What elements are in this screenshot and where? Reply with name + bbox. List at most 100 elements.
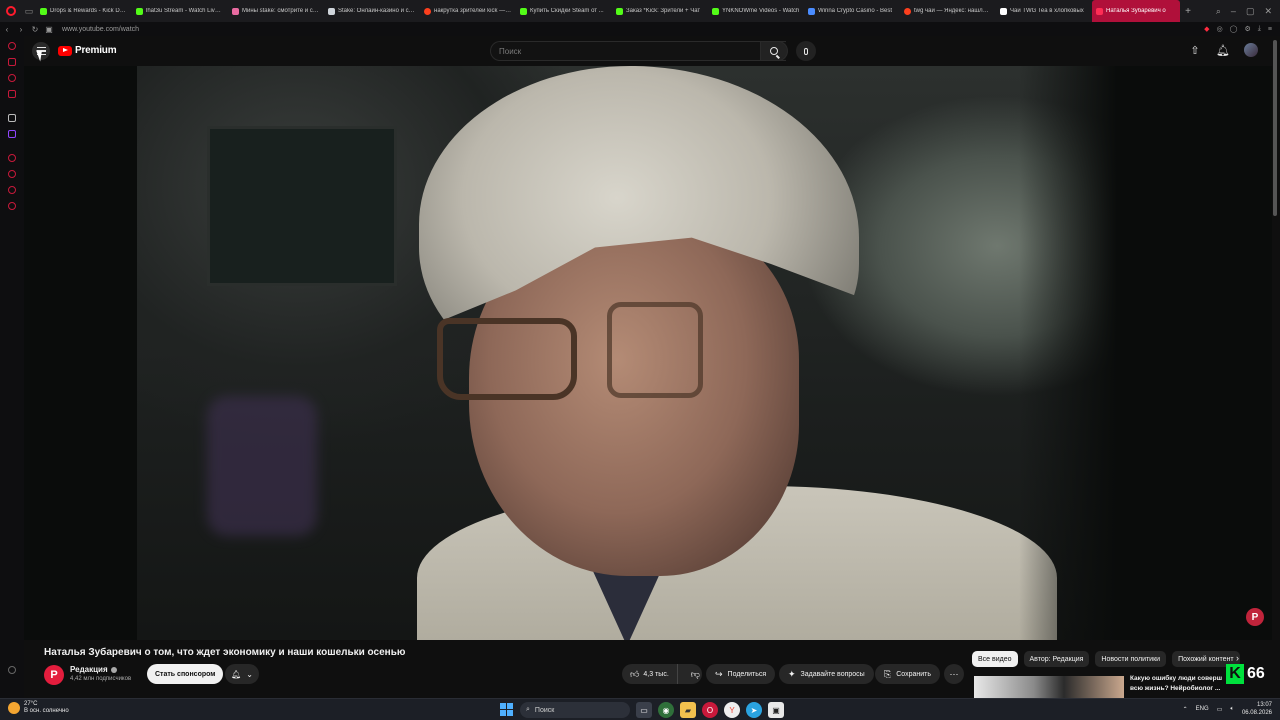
youtube-premium-logo[interactable]: Premium: [58, 45, 117, 56]
browser-tab[interactable]: YNKNOWme Videos - Watch: [708, 0, 804, 22]
browser-sidebar: [0, 36, 24, 698]
volume-icon[interactable]: 🔈︎: [1230, 706, 1234, 713]
chip-all[interactable]: Все видео: [972, 651, 1018, 667]
clock[interactable]: 13:07 06.08.2026: [1242, 701, 1272, 717]
file-explorer-icon[interactable]: ▰: [680, 702, 696, 718]
browser-tab[interactable]: Stake: Онлайн-казино и ставки: [324, 0, 420, 22]
sun-icon: [8, 702, 20, 714]
download-icon[interactable]: ⤓: [1258, 25, 1261, 33]
channel-name[interactable]: Редакция: [70, 665, 108, 674]
windows-start-icon[interactable]: [500, 703, 513, 716]
save-label: Сохранить: [896, 670, 931, 678]
chrome-icon[interactable]: ◉: [658, 702, 674, 718]
tray-chevron-icon[interactable]: ⌃: [1183, 706, 1188, 713]
chip-politics[interactable]: Новости политики: [1095, 651, 1167, 667]
sidebar-settings-icon[interactable]: [8, 202, 16, 210]
browser-tab[interactable]: накрутка зрителей kick — Яндекс: [420, 0, 516, 22]
channel-watermark[interactable]: Р: [1246, 608, 1264, 626]
yandex-icon[interactable]: Y: [724, 702, 740, 718]
browser-tab[interactable]: Чай TWG Tea в хлопковых: [996, 0, 1092, 22]
notifications-icon[interactable]: 🔔︎: [1216, 44, 1230, 57]
subscription-bell-button[interactable]: 🔔︎ ⌄: [225, 664, 259, 684]
browser-tab[interactable]: Заказ *Kick: Зрители + Чат: [612, 0, 708, 22]
forward-icon[interactable]: ›: [14, 25, 28, 34]
tab-favicon-icon: [136, 7, 143, 15]
adblock-icon[interactable]: ◆: [1204, 25, 1209, 33]
clock-icon[interactable]: [8, 170, 16, 178]
share-button[interactable]: ↪ Поделиться: [706, 664, 776, 684]
channel-avatar[interactable]: Р: [44, 665, 64, 685]
ask-button[interactable]: ✦ Задавайте вопросы: [779, 664, 874, 684]
new-tab-button[interactable]: +: [1180, 6, 1196, 17]
frame-shadow: [1019, 66, 1159, 640]
recommendation-thumbnail[interactable]: [974, 676, 1124, 698]
video-player[interactable]: Р: [24, 66, 1272, 640]
browser-tab[interactable]: twg чай — Яндекс: нашлось: [900, 0, 996, 22]
instagram-icon[interactable]: [8, 90, 16, 98]
browser-tab[interactable]: lhat3u Stream - Watch Live on Kick: [132, 0, 228, 22]
opera-icon[interactable]: O: [702, 702, 718, 718]
taskbar-search[interactable]: ⌕ Поиск: [520, 702, 630, 718]
share-label: Поделиться: [727, 670, 767, 678]
search-tabs-icon[interactable]: ⌕: [1216, 6, 1221, 17]
browser-tab[interactable]: Купить Скидки Steam от ...: [516, 0, 612, 22]
search-button[interactable]: [760, 41, 788, 61]
site-info-icon[interactable]: ▣: [42, 25, 56, 34]
url-field[interactable]: www.youtube.com/watch: [62, 26, 139, 33]
search-input[interactable]: [499, 46, 739, 56]
whatsapp-icon[interactable]: [8, 186, 16, 194]
youtube-header: Premium ⇧ 🔔︎: [24, 36, 1280, 66]
upload-icon[interactable]: ⇧: [1188, 44, 1202, 57]
back-icon[interactable]: ‹: [0, 25, 14, 34]
more-icon[interactable]: [8, 666, 16, 674]
chip-author[interactable]: Автор: Редакция: [1023, 651, 1090, 667]
maximize-icon[interactable]: ▢: [1246, 6, 1255, 17]
player-icon[interactable]: [8, 154, 16, 162]
close-icon[interactable]: ✕: [1264, 6, 1272, 17]
opera-logo-icon[interactable]: [0, 0, 22, 22]
dislike-button[interactable]: 👎︎: [683, 669, 708, 680]
video-title: Наталья Зубаревич о том, что ждет эконом…: [44, 647, 406, 658]
like-button[interactable]: 👍︎ 4,3 тыс.: [622, 664, 678, 684]
windows-taskbar: 27°C В осн. солнечно ⌕ Поиск ▭ ◉ ▰ O Y ➤ …: [0, 698, 1280, 720]
header-actions: ⇧ 🔔︎: [1188, 43, 1258, 57]
tab-menu-icon[interactable]: ▭: [22, 0, 36, 22]
messenger-icon[interactable]: [8, 74, 16, 82]
weather-widget[interactable]: 27°C В осн. солнечно: [8, 701, 69, 715]
save-button[interactable]: ⎘ Сохранить: [875, 664, 940, 684]
brand-label: Premium: [75, 45, 117, 56]
browser-tab[interactable]: Winna Crypto Casino - Best: [804, 0, 900, 22]
vpn-icon[interactable]: [8, 114, 16, 122]
tab-favicon-icon: [1096, 7, 1103, 15]
settings-icon[interactable]: ⚙: [1245, 25, 1251, 33]
app-icon[interactable]: ▣: [768, 702, 784, 718]
thumbs-up-icon: 👍︎: [630, 668, 640, 679]
browser-tab[interactable]: Мины stake: смотрите и скачивайте: [228, 0, 324, 22]
person-glasses: [437, 318, 577, 400]
network-icon[interactable]: ▭: [1217, 706, 1223, 713]
aria-icon[interactable]: [8, 58, 16, 66]
menu-icon[interactable]: ≡: [1268, 26, 1272, 33]
chevron-right-icon[interactable]: ›: [1236, 653, 1239, 663]
camera-icon[interactable]: ◎: [1217, 25, 1223, 33]
youtube-play-icon: [58, 45, 72, 56]
more-actions-button[interactable]: ⋯: [944, 664, 964, 684]
language-indicator[interactable]: ENG: [1196, 706, 1209, 712]
user-avatar[interactable]: [1244, 43, 1258, 57]
recommendation-title[interactable]: Какую ошибку люди соверш всю жизнь? Нейр…: [1130, 674, 1240, 694]
reload-icon[interactable]: ↻: [28, 25, 42, 34]
browser-tab-bar: ▭ Drops & Rewards - Kick Dashboard lhat3…: [0, 0, 1280, 22]
messenger-icon[interactable]: ◯: [1230, 25, 1238, 33]
join-button[interactable]: Стать спонсором: [147, 664, 224, 684]
voice-search-button[interactable]: [796, 41, 816, 61]
task-view-icon[interactable]: ▭: [636, 702, 652, 718]
minimize-icon[interactable]: –: [1231, 6, 1236, 17]
twitch-icon[interactable]: [8, 130, 16, 138]
browser-tab-active[interactable]: Наталья Зубаревич о: [1092, 0, 1180, 22]
browser-tab[interactable]: Drops & Rewards - Kick Dashboard: [36, 0, 132, 22]
system-tray: ⌃ ENG ▭ 🔈︎ 13:07 06.08.2026: [1183, 701, 1272, 717]
history-icon[interactable]: [8, 42, 16, 50]
page-scrollbar[interactable]: [1273, 40, 1277, 216]
telegram-icon[interactable]: ➤: [746, 702, 762, 718]
channel-name-row[interactable]: Редакция: [70, 665, 117, 674]
